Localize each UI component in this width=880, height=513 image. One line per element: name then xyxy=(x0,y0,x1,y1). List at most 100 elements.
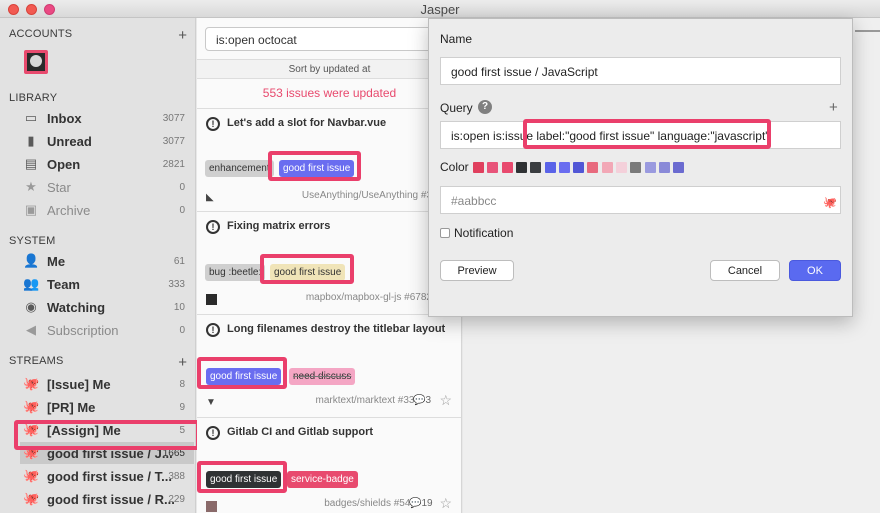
color-swatch[interactable] xyxy=(515,162,527,173)
color-swatch[interactable] xyxy=(544,162,556,173)
issue-title: Gitlab CI and Gitlab support xyxy=(227,426,374,438)
sidebar-item-label: Team xyxy=(47,277,80,292)
accounts-heading: ACCOUNTS xyxy=(9,28,73,40)
sidebar-item-gfi-ruby[interactable]: 🐙 good first issue / R... 229 xyxy=(20,488,194,510)
sidebar-item-issue-me[interactable]: 🐙 [Issue] Me 8 xyxy=(20,373,194,395)
window-title: Jasper xyxy=(420,2,460,17)
updated-notice[interactable]: 553 issues were updated xyxy=(197,86,461,100)
sidebar-item-watching[interactable]: ◉ Watching 10 xyxy=(20,296,194,318)
cancel-button[interactable]: Cancel xyxy=(710,260,780,281)
sidebar-item-count: 333 xyxy=(168,279,185,290)
sidebar-item-inbox[interactable]: ▭ Inbox 3077 xyxy=(20,107,194,129)
sidebar-item-gfi-typescript[interactable]: 🐙 good first issue / T... 388 xyxy=(20,465,194,487)
octocat-icon: 🐙 xyxy=(23,468,40,483)
highlight-label xyxy=(197,357,287,389)
preview-button[interactable]: Preview xyxy=(440,260,514,281)
sidebar-item-count: 0 xyxy=(179,205,185,216)
sidebar-item-count: 61 xyxy=(173,256,185,267)
library-heading: LIBRARY xyxy=(9,92,58,104)
mapbox-icon xyxy=(206,294,217,305)
comment-count: 💬19 xyxy=(409,498,433,509)
vue-icon: ◣ xyxy=(206,192,214,203)
sidebar-item-count: 0 xyxy=(179,325,185,336)
sidebar-item-count: 8 xyxy=(179,379,185,390)
issue-title: Fixing matrix errors xyxy=(227,220,331,232)
octocat-icon[interactable]: 🐙 xyxy=(823,196,837,209)
issue-open-icon: ! xyxy=(206,117,220,131)
issue-label[interactable]: need discuss xyxy=(289,368,356,385)
sort-selector[interactable]: Sort by updated at xyxy=(197,59,461,79)
sidebar-item-archive[interactable]: ▣ Archive 0 xyxy=(20,199,194,221)
streams-heading: STREAMS xyxy=(9,355,64,367)
inbox-icon: ▭ xyxy=(24,110,38,125)
sidebar-item-count: 388 xyxy=(168,471,185,482)
issue-repo: UseAnything/UseAnything #3 xyxy=(301,190,432,201)
issue-label[interactable]: service-badge xyxy=(287,471,358,488)
highlight-selected-stream xyxy=(14,420,200,450)
system-heading: SYSTEM xyxy=(9,235,56,247)
color-swatch[interactable] xyxy=(573,162,585,173)
color-swatch[interactable] xyxy=(644,162,656,173)
title-bar: Jasper xyxy=(0,0,880,18)
add-stream-button[interactable]: + xyxy=(178,355,187,370)
sidebar-item-pr-me[interactable]: 🐙 [PR] Me 9 xyxy=(20,396,194,418)
sidebar-item-label: good first issue / T... xyxy=(47,469,172,484)
sidebar-item-unread[interactable]: ▮ Unread 3077 xyxy=(20,130,194,152)
color-swatch[interactable] xyxy=(473,162,484,173)
name-field[interactable]: good first issue / JavaScript xyxy=(440,57,841,85)
add-query-button[interactable]: + xyxy=(829,99,838,116)
sidebar-item-open[interactable]: ▤ Open 2821 xyxy=(20,153,194,175)
account-avatar[interactable] xyxy=(24,50,48,74)
sidebar-item-team[interactable]: 👥 Team 333 xyxy=(20,273,194,295)
color-swatch[interactable] xyxy=(630,162,642,173)
megaphone-icon: ◀ xyxy=(26,322,36,337)
octocat-icon: 🐙 xyxy=(23,491,40,506)
add-account-button[interactable]: + xyxy=(178,28,187,43)
sidebar-item-label: Me xyxy=(47,254,66,269)
highlight-query xyxy=(523,119,771,149)
issue-repo: mapbox/mapbox-gl-js #6782 xyxy=(305,292,432,303)
star-icon[interactable]: ☆ xyxy=(439,392,452,409)
panel-grip[interactable] xyxy=(855,30,880,32)
sidebar-item-star[interactable]: ★ Star 0 xyxy=(20,176,194,198)
sidebar-item-count: 3077 xyxy=(162,136,185,147)
sidebar-item-label: Subscription xyxy=(47,323,119,338)
color-swatch[interactable] xyxy=(587,162,599,173)
eye-icon: ◉ xyxy=(25,299,37,314)
issue-repo: badges/shields #541 xyxy=(324,498,416,509)
color-swatch[interactable] xyxy=(487,162,499,173)
color-swatch[interactable] xyxy=(601,162,613,173)
comment-count: 💬3 xyxy=(413,395,432,406)
notification-label: Notification xyxy=(454,226,514,240)
color-swatch[interactable] xyxy=(501,162,513,173)
issue-title: Let's add a slot for Navbar.vue xyxy=(227,117,387,129)
octocat-icon: 🐙 xyxy=(23,376,40,391)
sidebar-item-count: 10 xyxy=(173,302,185,313)
sidebar-item-label: Inbox xyxy=(47,111,82,126)
notification-checkbox[interactable] xyxy=(440,228,450,238)
issue-label[interactable]: enhancement xyxy=(205,160,274,177)
issue-repo: marktext/marktext #339 xyxy=(315,395,420,406)
color-swatch[interactable] xyxy=(530,162,542,173)
sidebar-item-label: Star xyxy=(47,180,71,195)
color-swatch[interactable] xyxy=(616,162,627,173)
octocat-icon: 🐙 xyxy=(23,399,40,414)
issue-open-icon: ! xyxy=(206,323,220,337)
shields-icon xyxy=(206,501,217,512)
search-input[interactable]: is:open octocat xyxy=(205,27,454,51)
issue-label[interactable]: bug :beetle: xyxy=(205,264,266,281)
color-swatch[interactable] xyxy=(658,162,670,173)
sidebar-item-me[interactable]: 👤 Me 61 xyxy=(20,250,194,272)
help-icon[interactable]: ? xyxy=(478,100,492,114)
star-icon[interactable]: ☆ xyxy=(439,495,452,512)
color-swatch[interactable] xyxy=(673,162,685,173)
color-field[interactable]: #aabbcc xyxy=(440,186,841,214)
sidebar-item-count: 9 xyxy=(179,402,185,413)
sidebar-item-subscription[interactable]: ◀ Subscription 0 xyxy=(20,319,194,341)
sidebar-item-count: 2821 xyxy=(162,159,185,170)
ok-button[interactable]: OK xyxy=(789,260,841,281)
archive-icon: ▣ xyxy=(24,202,38,217)
color-swatch[interactable] xyxy=(558,162,570,173)
sidebar-item-label: Open xyxy=(47,157,81,172)
stream-edit-dialog: Name good first issue / JavaScript Query… xyxy=(428,18,853,317)
